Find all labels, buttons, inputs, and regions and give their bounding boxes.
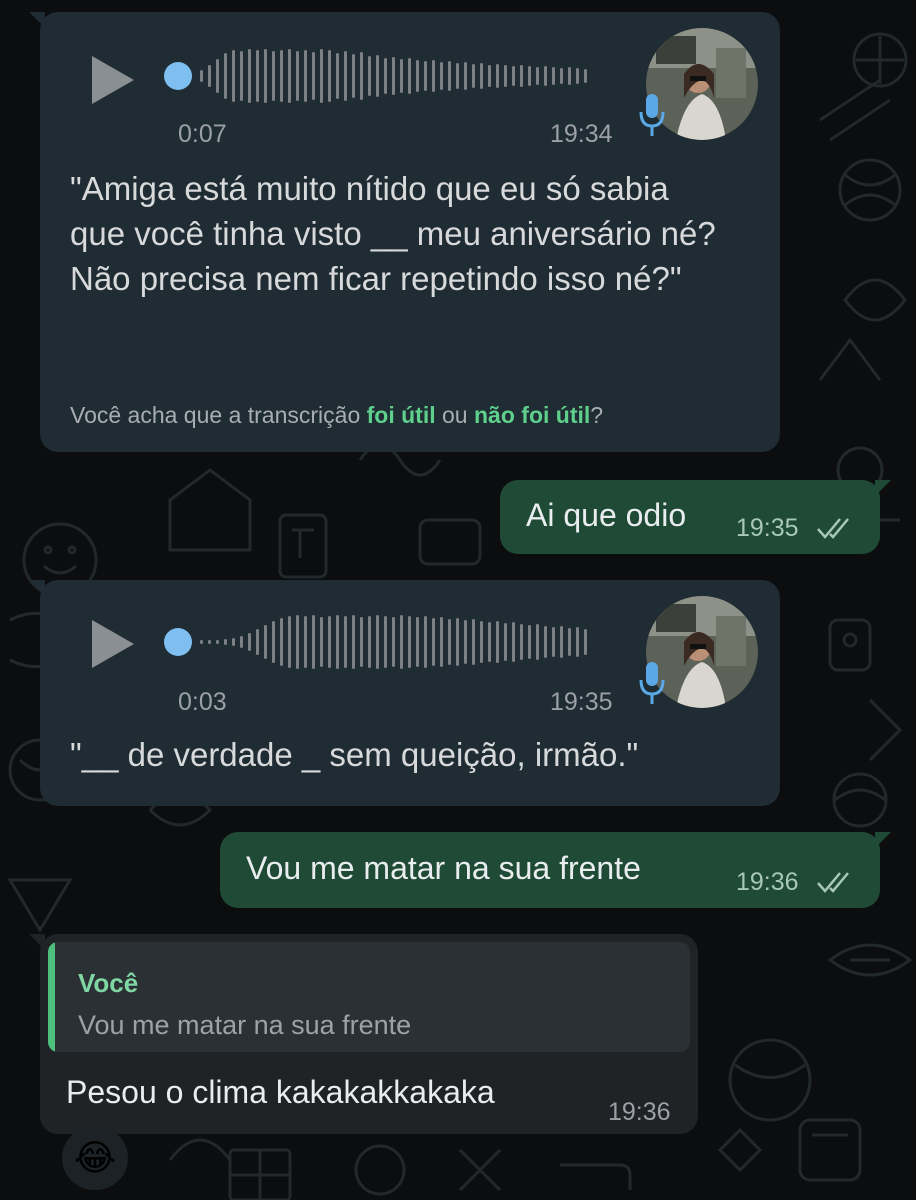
reaction-badge[interactable]: 😂 (62, 1126, 128, 1190)
laughing-emoji-icon: 😂 (73, 1137, 117, 1178)
quote-author: Você (78, 968, 139, 998)
voice-waveform[interactable] (200, 612, 587, 672)
message-time: 19:36 (736, 868, 799, 896)
message-time: 19:34 (550, 120, 613, 148)
transcription-feedback: Você acha que a transcrição foi útil ou … (70, 402, 604, 428)
message-text: Pesou o clima kakakakkakaka (66, 1074, 495, 1110)
feedback-useful-link[interactable]: foi útil (367, 402, 436, 428)
message-text: Vou me matar na sua frente (246, 850, 641, 886)
quoted-message[interactable]: Você Vou me matar na sua frente (48, 942, 690, 1052)
incoming-voice-message: 0:07 19:34 "Amiga está muito nítido que … (29, 12, 780, 452)
double-check-icon (817, 518, 849, 539)
incoming-voice-message: 0:03 19:35 "__ de verdade _ sem queição,… (29, 580, 780, 806)
mic-icon (639, 94, 665, 136)
message-text: Ai que odio (526, 497, 687, 533)
voice-transcript: "Amiga está muito nítido que eu só sabia… (70, 170, 716, 297)
double-check-icon (817, 872, 849, 893)
quote-accent-bar (48, 942, 55, 1052)
feedback-not-useful-link[interactable]: não foi útil (474, 402, 590, 428)
message-time: 19:36 (608, 1098, 671, 1126)
playback-position-dot[interactable] (164, 62, 192, 90)
play-icon[interactable] (92, 620, 134, 668)
outgoing-message[interactable]: Vou me matar na sua frente 19:36 (220, 832, 891, 908)
message-time: 19:35 (550, 688, 613, 716)
voice-duration: 0:03 (178, 688, 227, 716)
playback-position-dot[interactable] (164, 628, 192, 656)
quote-text: Vou me matar na sua frente (78, 1010, 412, 1040)
incoming-reply-message[interactable]: Você Vou me matar na sua frente Pesou o … (29, 934, 698, 1134)
conversation: 0:07 19:34 "Amiga está muito nítido que … (0, 0, 916, 1200)
play-icon[interactable] (92, 56, 134, 104)
voice-waveform[interactable] (200, 46, 587, 106)
voice-transcript: "__ de verdade _ sem queição, irmão." (70, 736, 639, 773)
mic-icon (639, 662, 665, 704)
message-time: 19:35 (736, 514, 799, 542)
voice-duration: 0:07 (178, 120, 227, 148)
outgoing-message[interactable]: Ai que odio 19:35 (500, 480, 891, 554)
